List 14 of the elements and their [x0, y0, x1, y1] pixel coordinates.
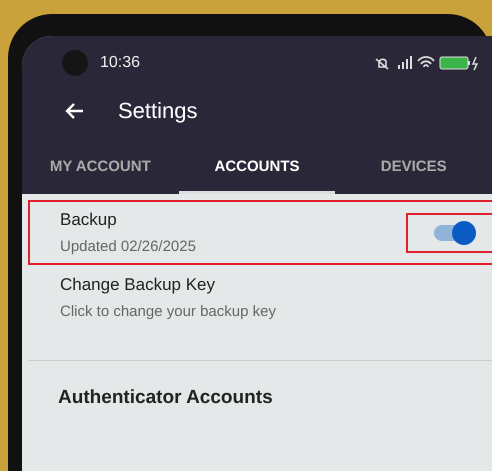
setting-title: Change Backup Key	[60, 275, 216, 295]
tab[interactable]: MY ACCOUNT	[22, 144, 179, 194]
settings-row[interactable]: Backup Updated 02/26/2025	[28, 200, 492, 265]
setting-subtitle: Click to change your backup key	[60, 303, 277, 320]
setting-title: Backup	[60, 210, 118, 230]
back-arrow-icon[interactable]	[64, 102, 84, 120]
section-heading: Authenticator Accounts	[57, 386, 274, 409]
settings-row[interactable]: Change Backup Key Click to change your backup key	[28, 265, 492, 330]
camera-icon	[62, 50, 88, 76]
setting-subtitle: Updated 02/26/2025	[60, 238, 197, 255]
tab[interactable]: ACCOUNTS	[178, 144, 336, 194]
tab[interactable]: DEVICES	[335, 144, 492, 194]
screen-title: Settings	[118, 98, 198, 124]
status-time: 10:36	[100, 54, 140, 72]
